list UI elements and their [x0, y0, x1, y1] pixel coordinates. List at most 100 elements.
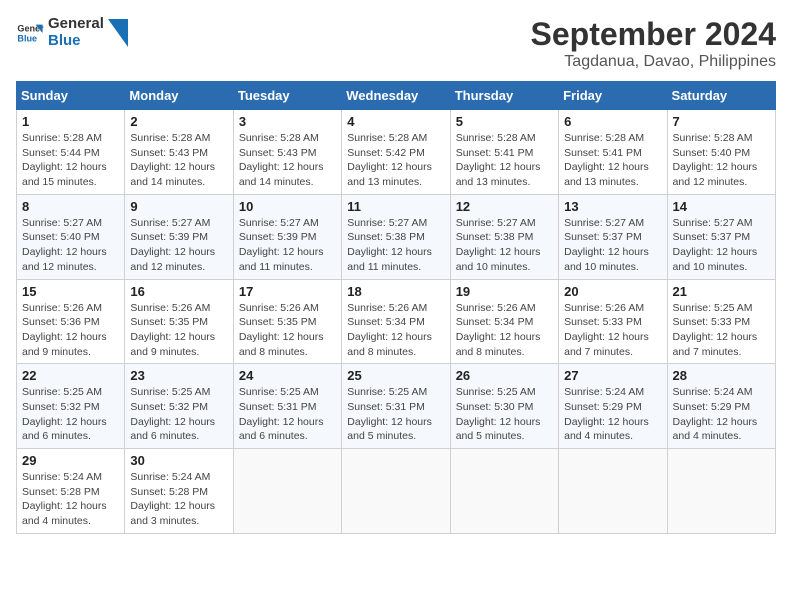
day-info: Sunrise: 5:24 AM Sunset: 5:29 PM Dayligh… [673, 385, 770, 444]
calendar-cell: 9 Sunrise: 5:27 AM Sunset: 5:39 PM Daylig… [125, 194, 233, 279]
logo-icon: General Blue [16, 19, 44, 47]
weekday-header-thursday: Thursday [450, 82, 558, 110]
weekday-header-sunday: Sunday [17, 82, 125, 110]
day-number: 14 [673, 199, 770, 214]
calendar-cell: 19Sunrise: 5:26 AM Sunset: 5:34 PM Dayli… [450, 279, 558, 364]
logo: General Blue General Blue [16, 16, 128, 49]
day-info: Sunrise: 5:28 AM Sunset: 5:43 PM Dayligh… [130, 131, 227, 190]
svg-text:Blue: Blue [17, 33, 37, 43]
weekday-header-tuesday: Tuesday [233, 82, 341, 110]
day-info: Sunrise: 5:26 AM Sunset: 5:35 PM Dayligh… [239, 301, 336, 360]
day-info: Sunrise: 5:26 AM Sunset: 5:34 PM Dayligh… [456, 301, 553, 360]
day-number: 4 [347, 114, 444, 129]
day-number: 25 [347, 368, 444, 383]
day-info: Sunrise: 5:25 AM Sunset: 5:33 PM Dayligh… [673, 301, 770, 360]
calendar-cell [450, 449, 558, 534]
calendar-cell: 21 Sunrise: 5:25 AM Sunset: 5:33 PM Dayli… [667, 279, 775, 364]
calendar-title: September 2024 [531, 16, 776, 53]
day-number: 23 [130, 368, 227, 383]
calendar-cell: 13Sunrise: 5:27 AM Sunset: 5:37 PM Dayli… [559, 194, 667, 279]
day-number: 7 [673, 114, 770, 129]
calendar-week-1: 1 Sunrise: 5:28 AM Sunset: 5:44 PM Daylig… [17, 110, 776, 195]
day-number: 8 [22, 199, 119, 214]
calendar-cell: 10 Sunrise: 5:27 AM Sunset: 5:39 PM Dayli… [233, 194, 341, 279]
calendar-cell: 30 Sunrise: 5:24 AM Sunset: 5:28 PM Dayli… [125, 449, 233, 534]
day-number: 9 [130, 199, 227, 214]
calendar-cell: 18 Sunrise: 5:26 AM Sunset: 5:34 PM Dayli… [342, 279, 450, 364]
day-info: Sunrise: 5:27 AM Sunset: 5:38 PM Dayligh… [456, 216, 553, 275]
calendar-week-5: 29 Sunrise: 5:24 AM Sunset: 5:28 PM Dayli… [17, 449, 776, 534]
day-number: 20 [564, 284, 661, 299]
day-number: 27 [564, 368, 661, 383]
day-info: Sunrise: 5:24 AM Sunset: 5:28 PM Dayligh… [22, 470, 119, 529]
day-number: 18 [347, 284, 444, 299]
logo-blue: Blue [48, 33, 104, 50]
calendar-cell: 1 Sunrise: 5:28 AM Sunset: 5:44 PM Daylig… [17, 110, 125, 195]
weekday-header-saturday: Saturday [667, 82, 775, 110]
calendar-week-4: 22Sunrise: 5:25 AM Sunset: 5:32 PM Dayli… [17, 364, 776, 449]
weekday-header-monday: Monday [125, 82, 233, 110]
day-info: Sunrise: 5:28 AM Sunset: 5:41 PM Dayligh… [564, 131, 661, 190]
day-info: Sunrise: 5:25 AM Sunset: 5:31 PM Dayligh… [239, 385, 336, 444]
logo-arrow-icon [108, 19, 128, 47]
calendar-week-2: 8Sunrise: 5:27 AM Sunset: 5:40 PM Daylig… [17, 194, 776, 279]
day-number: 1 [22, 114, 119, 129]
day-info: Sunrise: 5:26 AM Sunset: 5:35 PM Dayligh… [130, 301, 227, 360]
day-number: 6 [564, 114, 661, 129]
calendar-cell: 14 Sunrise: 5:27 AM Sunset: 5:37 PM Dayli… [667, 194, 775, 279]
day-info: Sunrise: 5:25 AM Sunset: 5:31 PM Dayligh… [347, 385, 444, 444]
day-info: Sunrise: 5:27 AM Sunset: 5:39 PM Dayligh… [239, 216, 336, 275]
calendar-table: SundayMondayTuesdayWednesdayThursdayFrid… [16, 81, 776, 534]
day-number: 30 [130, 453, 227, 468]
calendar-cell: 4 Sunrise: 5:28 AM Sunset: 5:42 PM Daylig… [342, 110, 450, 195]
weekday-header-friday: Friday [559, 82, 667, 110]
day-number: 26 [456, 368, 553, 383]
calendar-cell: 12 Sunrise: 5:27 AM Sunset: 5:38 PM Dayli… [450, 194, 558, 279]
day-info: Sunrise: 5:28 AM Sunset: 5:41 PM Dayligh… [456, 131, 553, 190]
day-info: Sunrise: 5:28 AM Sunset: 5:40 PM Dayligh… [673, 131, 770, 190]
day-info: Sunrise: 5:27 AM Sunset: 5:38 PM Dayligh… [347, 216, 444, 275]
day-info: Sunrise: 5:27 AM Sunset: 5:37 PM Dayligh… [673, 216, 770, 275]
calendar-cell: 16 Sunrise: 5:26 AM Sunset: 5:35 PM Dayli… [125, 279, 233, 364]
day-number: 16 [130, 284, 227, 299]
calendar-cell [233, 449, 341, 534]
day-number: 10 [239, 199, 336, 214]
calendar-cell: 6 Sunrise: 5:28 AM Sunset: 5:41 PM Daylig… [559, 110, 667, 195]
calendar-cell [342, 449, 450, 534]
calendar-cell: 3 Sunrise: 5:28 AM Sunset: 5:43 PM Daylig… [233, 110, 341, 195]
day-number: 24 [239, 368, 336, 383]
calendar-cell: 17 Sunrise: 5:26 AM Sunset: 5:35 PM Dayli… [233, 279, 341, 364]
day-info: Sunrise: 5:28 AM Sunset: 5:42 PM Dayligh… [347, 131, 444, 190]
day-number: 5 [456, 114, 553, 129]
day-number: 17 [239, 284, 336, 299]
day-number: 12 [456, 199, 553, 214]
day-info: Sunrise: 5:25 AM Sunset: 5:32 PM Dayligh… [22, 385, 119, 444]
calendar-subtitle: Tagdanua, Davao, Philippines [531, 53, 776, 71]
logo-general: General [48, 16, 104, 33]
calendar-cell: 7 Sunrise: 5:28 AM Sunset: 5:40 PM Daylig… [667, 110, 775, 195]
day-number: 13 [564, 199, 661, 214]
day-number: 15 [22, 284, 119, 299]
day-info: Sunrise: 5:24 AM Sunset: 5:29 PM Dayligh… [564, 385, 661, 444]
day-number: 11 [347, 199, 444, 214]
calendar-cell: 5 Sunrise: 5:28 AM Sunset: 5:41 PM Daylig… [450, 110, 558, 195]
calendar-cell: 8Sunrise: 5:27 AM Sunset: 5:40 PM Daylig… [17, 194, 125, 279]
day-number: 3 [239, 114, 336, 129]
calendar-cell: 2 Sunrise: 5:28 AM Sunset: 5:43 PM Daylig… [125, 110, 233, 195]
calendar-cell [559, 449, 667, 534]
calendar-cell: 22Sunrise: 5:25 AM Sunset: 5:32 PM Dayli… [17, 364, 125, 449]
day-info: Sunrise: 5:25 AM Sunset: 5:30 PM Dayligh… [456, 385, 553, 444]
day-info: Sunrise: 5:28 AM Sunset: 5:43 PM Dayligh… [239, 131, 336, 190]
day-info: Sunrise: 5:26 AM Sunset: 5:34 PM Dayligh… [347, 301, 444, 360]
day-number: 2 [130, 114, 227, 129]
calendar-cell: 26 Sunrise: 5:25 AM Sunset: 5:30 PM Dayli… [450, 364, 558, 449]
calendar-cell: 24 Sunrise: 5:25 AM Sunset: 5:31 PM Dayli… [233, 364, 341, 449]
day-info: Sunrise: 5:24 AM Sunset: 5:28 PM Dayligh… [130, 470, 227, 529]
day-info: Sunrise: 5:28 AM Sunset: 5:44 PM Dayligh… [22, 131, 119, 190]
day-number: 21 [673, 284, 770, 299]
day-info: Sunrise: 5:27 AM Sunset: 5:39 PM Dayligh… [130, 216, 227, 275]
calendar-cell [667, 449, 775, 534]
page-header: General Blue General Blue September 2024… [16, 16, 776, 71]
calendar-cell: 27 Sunrise: 5:24 AM Sunset: 5:29 PM Dayli… [559, 364, 667, 449]
day-number: 29 [22, 453, 119, 468]
